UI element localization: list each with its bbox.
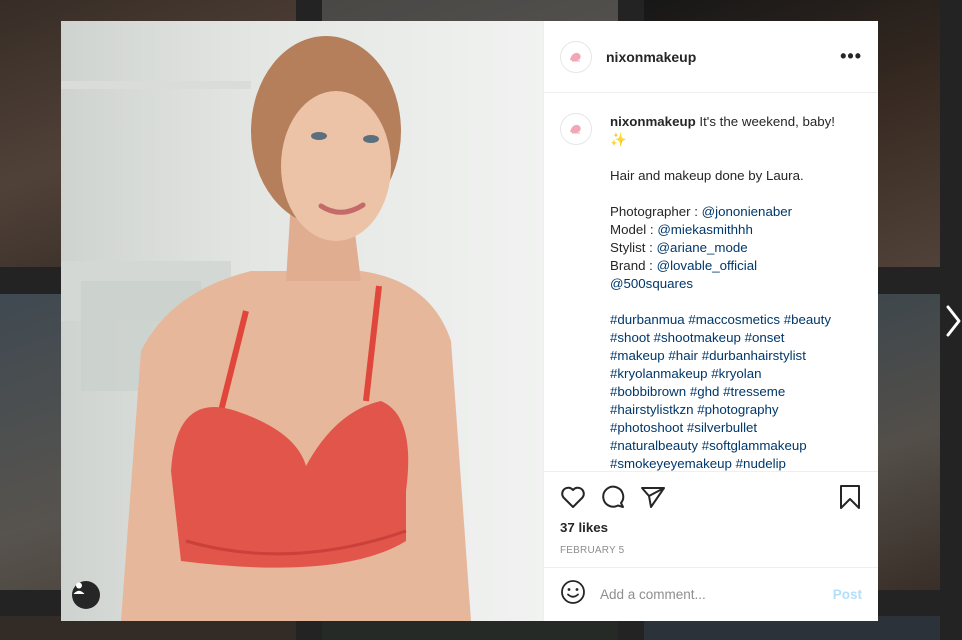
caption-area: nixonmakeup It's the weekend, baby! ✨ Ha…	[544, 93, 878, 471]
hashtag-link[interactable]: #kryolanmakeup	[610, 366, 708, 381]
post-actions: 37 likes FEBRUARY 5	[544, 471, 878, 567]
hashtag-link[interactable]: #softglammakeup	[702, 438, 807, 453]
post-photo[interactable]	[61, 21, 543, 621]
user-tag-icon[interactable]	[72, 581, 100, 609]
hashtag-link[interactable]: #shoot	[610, 330, 650, 345]
heart-icon[interactable]	[560, 485, 586, 509]
hashtag-link[interactable]: #tresseme	[723, 384, 785, 399]
hashtag-link[interactable]: #nudelip	[736, 456, 786, 471]
hashtag-link[interactable]: #smokeyeyemakeup	[610, 456, 732, 471]
caption-text: nixonmakeup It's the weekend, baby! ✨ Ha…	[610, 113, 850, 471]
hashtag-link[interactable]: #hairstylistkzn	[610, 402, 694, 417]
hashtag-link[interactable]: #beauty	[784, 312, 831, 327]
username[interactable]: nixonmakeup	[606, 49, 696, 65]
avatar[interactable]	[560, 113, 592, 145]
more-horizontal-icon[interactable]: •••	[840, 46, 862, 67]
credit-label: Photographer :	[610, 204, 702, 219]
hashtag-link[interactable]: #naturalbeauty	[610, 438, 698, 453]
credit-label: Brand :	[610, 258, 657, 273]
mention-link[interactable]: @lovable_official	[657, 258, 757, 273]
hashtag-link[interactable]: #silverbullet	[687, 420, 757, 435]
avatar[interactable]	[560, 40, 592, 73]
sparkles-emoji: ✨	[610, 132, 627, 147]
hashtag-link[interactable]: #photoshoot	[610, 420, 683, 435]
chevron-right-icon[interactable]	[944, 303, 962, 344]
hashtag-link[interactable]: #shootmakeup	[654, 330, 741, 345]
hashtag-link[interactable]: #hair	[668, 348, 698, 363]
hashtag-link[interactable]: #bobbibrown	[610, 384, 686, 399]
credit-label: Model :	[610, 222, 658, 237]
emoji-icon[interactable]	[560, 579, 586, 610]
photo-illustration	[61, 36, 471, 621]
post-button[interactable]: Post	[833, 587, 862, 602]
hashtag-link[interactable]: #durbanhairstylist	[702, 348, 806, 363]
caption-line: Hair and makeup done by Laura.	[610, 168, 804, 183]
hashtag-link[interactable]: #kryolan	[711, 366, 761, 381]
comment-icon[interactable]	[600, 484, 626, 510]
hashtags-list: #durbanmua #maccosmetics #beauty #shoot #…	[610, 311, 850, 471]
mention-link[interactable]: @ariane_mode	[657, 240, 748, 255]
caption-line: It's the weekend, baby!	[695, 114, 836, 129]
share-icon[interactable]	[640, 485, 666, 509]
hashtag-link[interactable]: #durbanmua	[610, 312, 685, 327]
hashtag-link[interactable]: #makeup	[610, 348, 665, 363]
mention-link[interactable]: @500squares	[610, 276, 693, 291]
mention-link[interactable]: @miekasmithhh	[657, 222, 753, 237]
hashtag-link[interactable]: #ghd	[690, 384, 720, 399]
comment-input[interactable]	[600, 587, 833, 602]
bookmark-icon[interactable]	[838, 484, 862, 510]
credits-list: Photographer : @jononienaber Model : @mie…	[610, 203, 850, 293]
credit-label: Stylist :	[610, 240, 657, 255]
post-header: nixonmakeup •••	[544, 21, 878, 93]
post-date: FEBRUARY 5	[560, 545, 625, 556]
comment-bar: Post	[544, 567, 878, 621]
mention-link[interactable]: @jononienaber	[702, 204, 792, 219]
caption-username[interactable]: nixonmakeup	[610, 114, 696, 129]
post-modal: nixonmakeup ••• nixonmakeup It's the wee…	[61, 21, 878, 621]
hashtag-link[interactable]: #photography	[697, 402, 778, 417]
hashtag-link[interactable]: #maccosmetics	[688, 312, 780, 327]
post-sidebar: nixonmakeup ••• nixonmakeup It's the wee…	[543, 21, 878, 621]
hashtag-link[interactable]: #onset	[745, 330, 785, 345]
likes-count[interactable]: 37 likes	[560, 520, 862, 535]
